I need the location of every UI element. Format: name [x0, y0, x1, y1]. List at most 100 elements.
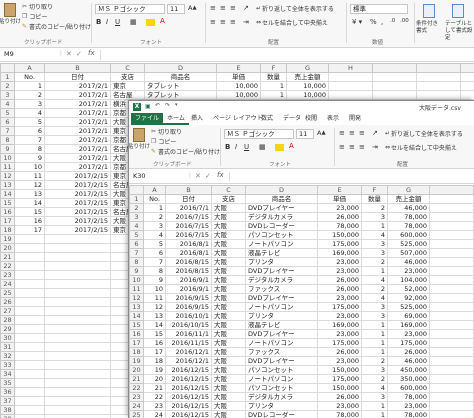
cell[interactable]: 9: [143, 275, 166, 285]
align-top-button[interactable]: ≡: [339, 129, 345, 137]
cell[interactable]: No.: [14, 72, 45, 82]
align-right-button[interactable]: ≡: [359, 143, 365, 151]
row-header[interactable]: 12: [129, 293, 144, 303]
row-header[interactable]: 21: [0, 252, 15, 262]
cell[interactable]: [429, 410, 474, 418]
cell[interactable]: 23,000: [317, 293, 362, 303]
tab-item-8[interactable]: 開発: [345, 113, 365, 125]
cell[interactable]: 175,000: [317, 302, 362, 312]
cell[interactable]: [429, 329, 474, 339]
cell[interactable]: 92,000: [387, 293, 430, 303]
cell[interactable]: [44, 351, 111, 361]
conditional-format-icon[interactable]: [423, 4, 435, 18]
align-top-button[interactable]: ≡: [210, 4, 216, 12]
row-header[interactable]: 35: [0, 378, 15, 388]
row-header[interactable]: 23: [129, 392, 144, 402]
cell[interactable]: 150,000: [317, 230, 362, 240]
cell[interactable]: [429, 365, 474, 375]
column-header[interactable]: A: [143, 185, 166, 195]
row-header[interactable]: 1: [129, 194, 144, 204]
cell[interactable]: [14, 252, 45, 262]
cell[interactable]: [44, 414, 111, 418]
cell[interactable]: 52,000: [387, 284, 430, 294]
cell[interactable]: 1: [361, 401, 388, 411]
cell[interactable]: [429, 311, 474, 321]
row-header[interactable]: 8: [0, 135, 15, 145]
bold-button[interactable]: B: [96, 18, 101, 26]
cell[interactable]: 169,000: [387, 320, 430, 330]
formula-options-icon[interactable]: ⋮: [58, 50, 64, 57]
row-header[interactable]: 15: [129, 320, 144, 330]
cell[interactable]: [14, 297, 45, 307]
column-header[interactable]: G: [387, 185, 430, 195]
cell[interactable]: 2016/8/15: [165, 257, 212, 267]
cell[interactable]: プリンタ: [245, 401, 318, 411]
cell[interactable]: 69,000: [387, 311, 430, 321]
cell[interactable]: 26,000: [317, 212, 362, 222]
cell[interactable]: [429, 383, 474, 393]
cell[interactable]: 23,000: [387, 329, 430, 339]
tab-item-2[interactable]: 挿入: [187, 113, 207, 125]
column-header[interactable]: B: [165, 185, 212, 195]
cell[interactable]: [328, 81, 373, 91]
cell[interactable]: デジタルカメラ: [245, 275, 318, 285]
cell[interactable]: 2017/2/15: [44, 225, 111, 235]
align-center-button[interactable]: ≡: [349, 143, 355, 151]
cell[interactable]: [44, 243, 111, 253]
worksheet-grid[interactable]: A B C D E F G 1 No. 日付 支店 商品名 単価 数量 売上金額 2 1 2016/7/1 大阪 DV…: [129, 185, 474, 418]
cell[interactable]: [429, 347, 474, 357]
cell[interactable]: 液晶テレビ: [245, 320, 318, 330]
cell[interactable]: 3: [143, 221, 166, 231]
cell[interactable]: 24: [143, 410, 166, 418]
row-header[interactable]: 34: [0, 369, 15, 379]
cell[interactable]: [44, 234, 111, 244]
row-header[interactable]: 5: [0, 108, 15, 118]
cell[interactable]: 売上金額: [286, 72, 329, 82]
cell[interactable]: パソコンセット: [245, 230, 318, 240]
orientation-button[interactable]: ↗: [372, 129, 378, 137]
cell[interactable]: 2017/2/15: [44, 216, 111, 226]
cell[interactable]: [44, 306, 111, 316]
cell[interactable]: [429, 212, 474, 222]
cell[interactable]: 大阪: [211, 374, 246, 384]
format-painter-button[interactable]: ✎ 書式のコピー/貼り付け: [22, 22, 91, 31]
select-all-corner[interactable]: [0, 63, 15, 73]
cell[interactable]: 18: [143, 356, 166, 366]
cell[interactable]: 23,000: [317, 203, 362, 213]
cell[interactable]: 1: [260, 81, 287, 91]
row-header[interactable]: 25: [0, 288, 15, 298]
cell[interactable]: [429, 203, 474, 213]
cell[interactable]: 2: [14, 90, 45, 100]
cell[interactable]: 2016/7/15: [165, 230, 212, 240]
cell[interactable]: 12: [14, 180, 45, 190]
wrap-text-button[interactable]: ↵ 折り返して全体を表示する: [256, 4, 334, 13]
row-header[interactable]: 16: [0, 207, 15, 217]
cell[interactable]: 4: [361, 230, 388, 240]
row-header[interactable]: 4: [0, 99, 15, 109]
cell[interactable]: [44, 324, 111, 334]
row-header[interactable]: 22: [129, 383, 144, 393]
cell[interactable]: 日付: [165, 194, 212, 204]
align-left-button[interactable]: ≡: [210, 18, 216, 26]
row-header[interactable]: 16: [129, 329, 144, 339]
cell[interactable]: 大阪: [211, 257, 246, 267]
cell[interactable]: 23,000: [387, 401, 430, 411]
cell[interactable]: 26,000: [317, 275, 362, 285]
cell[interactable]: 78,000: [387, 212, 430, 222]
column-header[interactable]: [460, 63, 474, 73]
cell[interactable]: 3: [361, 311, 388, 321]
cell[interactable]: 13: [14, 189, 45, 199]
cell[interactable]: [44, 378, 111, 388]
row-header[interactable]: 9: [129, 266, 144, 276]
select-all-corner[interactable]: [129, 185, 144, 195]
cell[interactable]: 大阪: [211, 230, 246, 240]
cell[interactable]: [44, 360, 111, 370]
row-header[interactable]: 32: [0, 351, 15, 361]
cell[interactable]: DVDレコーダー: [245, 221, 318, 231]
row-header[interactable]: 19: [129, 356, 144, 366]
underline-button[interactable]: U: [115, 18, 120, 26]
row-header[interactable]: 24: [129, 401, 144, 411]
cell[interactable]: 大阪: [211, 212, 246, 222]
cell[interactable]: 10: [14, 162, 45, 172]
cell[interactable]: 8: [14, 144, 45, 154]
